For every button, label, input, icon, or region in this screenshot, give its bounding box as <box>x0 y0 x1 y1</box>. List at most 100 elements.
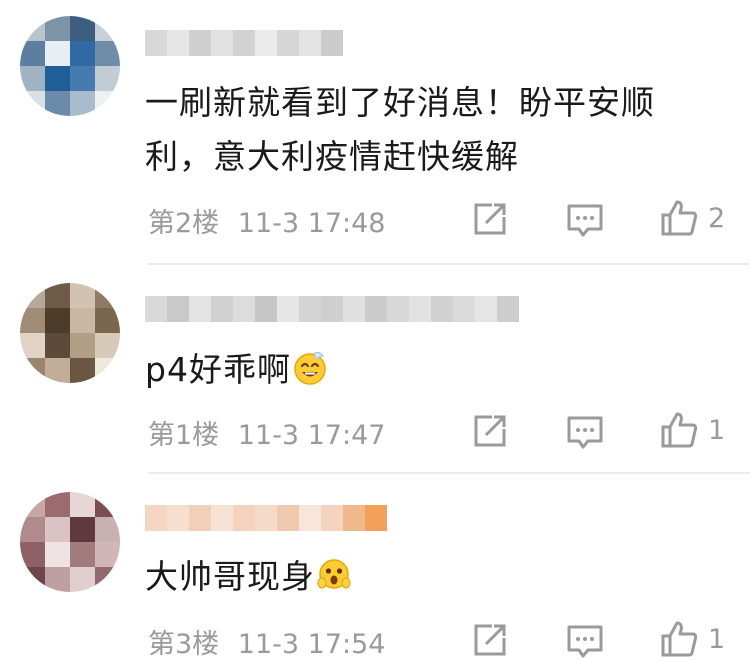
avatar-mosaic-tile <box>70 308 95 333</box>
username-mosaic-tile <box>167 296 189 322</box>
like-button[interactable]: 2 <box>660 199 725 237</box>
username-mosaic-tile <box>211 296 233 322</box>
username-mosaic-tile <box>167 30 189 56</box>
reply-button[interactable] <box>566 415 604 451</box>
avatar-mosaic-tile <box>95 16 120 41</box>
floor-label: 第2楼 <box>148 208 220 239</box>
avatar-mosaic-tile <box>70 517 95 542</box>
divider <box>148 263 750 265</box>
avatar-mosaic-tile <box>45 283 70 308</box>
avatar-mosaic-tile <box>95 492 120 517</box>
avatar-mosaic-tile <box>70 567 95 592</box>
grin-emoji <box>294 351 326 385</box>
avatar-mosaic-tile <box>20 542 45 567</box>
share-button[interactable] <box>472 201 508 237</box>
avatar-mosaic-tile <box>95 333 120 358</box>
like-button[interactable]: 1 <box>660 411 725 449</box>
avatar-mosaic-tile <box>70 91 95 116</box>
avatar-mosaic-tile <box>95 91 120 116</box>
username-mosaic-tile <box>255 505 277 531</box>
timestamp: 11-3 17:47 <box>237 420 386 451</box>
avatar[interactable] <box>20 16 120 116</box>
avatar-mosaic-tile <box>95 567 120 592</box>
username-mosaic-tile <box>277 505 299 531</box>
username-mosaic-tile <box>167 505 189 531</box>
comment-text: p4好乖啊 <box>145 343 327 397</box>
avatar-mosaic-tile <box>45 517 70 542</box>
avatar-mosaic-tile <box>70 283 95 308</box>
username-mosaic-tile <box>233 30 255 56</box>
share-icon <box>474 415 506 447</box>
username-blurred[interactable] <box>145 505 387 531</box>
avatar-mosaic-tile <box>20 567 45 592</box>
avatar-mosaic-tile <box>95 358 120 383</box>
reply-button[interactable] <box>566 203 604 239</box>
comment-text-line: 大帅哥现身 <box>145 557 315 596</box>
avatar[interactable] <box>20 283 120 383</box>
username-mosaic-tile <box>189 30 211 56</box>
username-mosaic-tile <box>299 296 321 322</box>
username-mosaic-tile <box>343 296 365 322</box>
username-mosaic-tile <box>145 296 167 322</box>
username-mosaic-tile <box>277 296 299 322</box>
username-mosaic-tile <box>233 505 255 531</box>
username-blurred[interactable] <box>145 30 343 56</box>
timestamp: 11-3 17:48 <box>237 208 386 239</box>
username-mosaic-tile <box>475 296 497 322</box>
avatar-mosaic-tile <box>20 358 45 383</box>
username-mosaic-tile <box>321 505 343 531</box>
username-blurred[interactable] <box>145 296 519 322</box>
share-button[interactable] <box>472 413 508 449</box>
floor-label: 第1楼 <box>148 420 220 451</box>
share-icon <box>474 203 506 235</box>
like-icon <box>661 621 698 657</box>
comment-text-line: 一刷新就看到了好消息！盼平安顺 <box>145 83 655 122</box>
username-mosaic-tile <box>145 505 167 531</box>
like-count: 1 <box>708 623 726 655</box>
username-mosaic-tile <box>497 296 519 322</box>
share-button[interactable] <box>472 622 508 658</box>
username-mosaic-tile <box>255 30 277 56</box>
username-mosaic-tile <box>277 30 299 56</box>
avatar[interactable] <box>20 492 120 592</box>
username-mosaic-tile <box>145 30 167 56</box>
reply-button[interactable] <box>566 624 604 660</box>
avatar-mosaic-tile <box>20 308 45 333</box>
comment-text-line: 利，意大利疫情赶快缓解 <box>145 137 519 176</box>
avatar-mosaic-tile <box>70 358 95 383</box>
avatar-mosaic-tile <box>20 333 45 358</box>
like-count: 2 <box>708 202 726 234</box>
username-mosaic-tile <box>321 296 343 322</box>
comment-meta: 第3楼 11-3 17:54 <box>148 622 385 661</box>
avatar-mosaic-tile <box>45 567 70 592</box>
avatar-mosaic-tile <box>95 66 120 91</box>
comment-text-line: p4好乖啊 <box>145 350 291 389</box>
avatar-mosaic-tile <box>20 66 45 91</box>
avatar-mosaic-tile <box>95 308 120 333</box>
avatar-mosaic-tile <box>20 16 45 41</box>
username-mosaic-tile <box>233 296 255 322</box>
avatar-mosaic-tile <box>70 542 95 567</box>
floor-label: 第3楼 <box>148 629 220 660</box>
avatar-mosaic-tile <box>20 517 45 542</box>
avatar-mosaic-tile <box>70 41 95 66</box>
username-mosaic-tile <box>343 505 365 531</box>
username-mosaic-tile <box>409 296 431 322</box>
reply-icon <box>567 625 603 658</box>
username-mosaic-tile <box>431 296 453 322</box>
avatar-mosaic-tile <box>70 333 95 358</box>
username-mosaic-tile <box>299 30 321 56</box>
avatar-mosaic-tile <box>70 16 95 41</box>
comment-meta: 第1楼 11-3 17:47 <box>148 413 385 452</box>
avatar-mosaic-tile <box>45 333 70 358</box>
avatar-mosaic-tile <box>45 542 70 567</box>
share-icon <box>474 624 506 656</box>
username-mosaic-tile <box>299 505 321 531</box>
surprised-emoji <box>317 559 351 589</box>
like-button[interactable]: 1 <box>660 620 725 658</box>
avatar-mosaic-tile <box>20 283 45 308</box>
avatar-mosaic-tile <box>45 91 70 116</box>
reply-icon <box>567 416 603 449</box>
avatar-mosaic-tile <box>45 16 70 41</box>
avatar-mosaic-tile <box>20 41 45 66</box>
